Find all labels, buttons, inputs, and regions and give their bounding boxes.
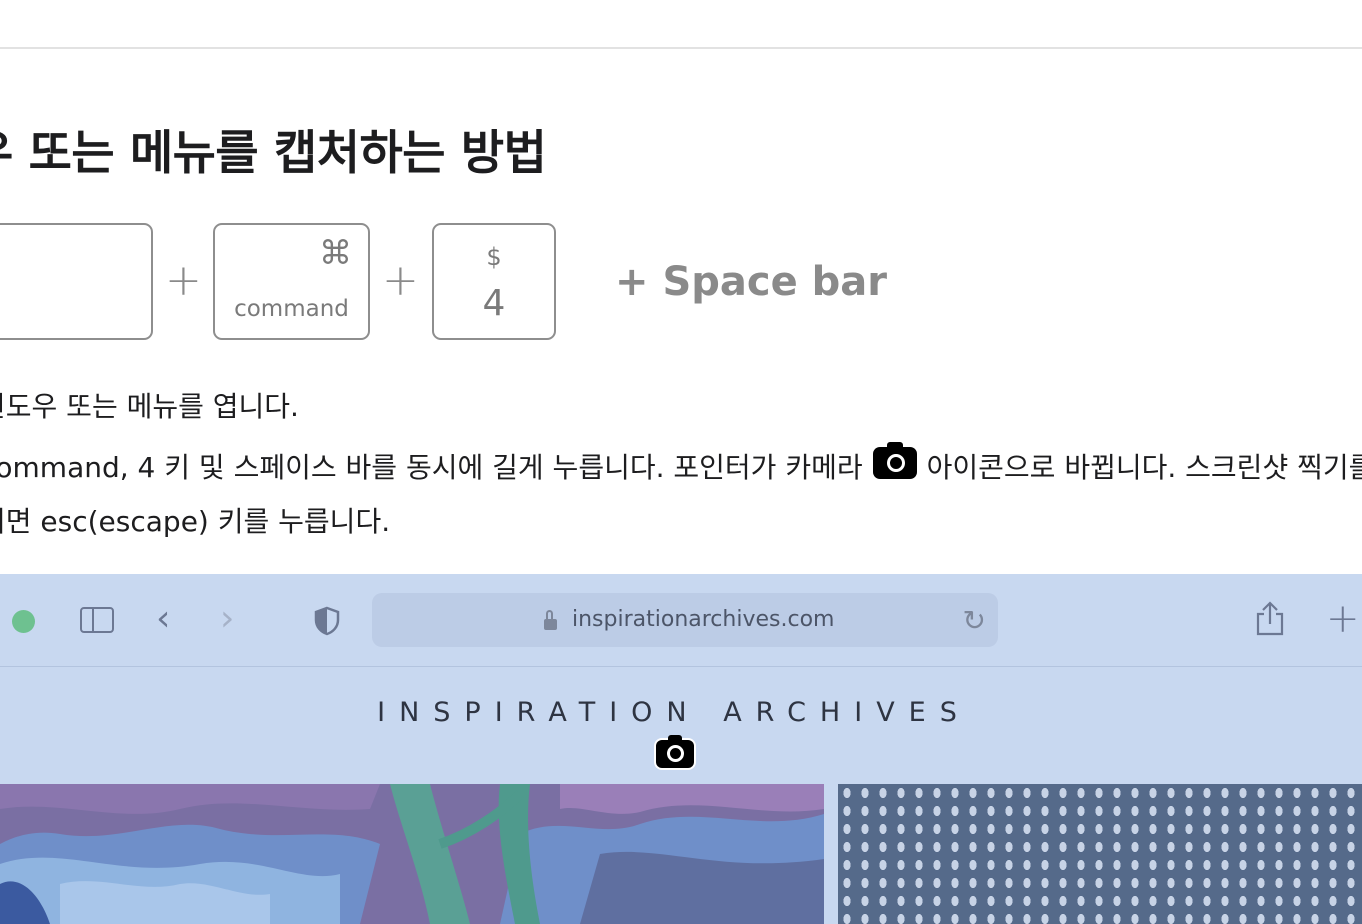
browser-screenshot: ‹ › inspirationarchives.com ↻ + INSPIRAT… — [0, 574, 1362, 924]
share-icon[interactable] — [1255, 600, 1285, 636]
top-divider — [0, 47, 1362, 49]
four-key-label: 4 — [482, 283, 506, 324]
command-symbol-icon: ⌘ — [319, 233, 352, 272]
privacy-shield-icon[interactable] — [314, 606, 340, 636]
command-key: ⌘ command — [213, 223, 370, 340]
step-2-part-2: 아이콘으로 바뀝니다. 스크린샷 찍기를 — [926, 451, 1362, 484]
zoom-window-button[interactable] — [12, 610, 35, 633]
forward-icon[interactable]: › — [220, 598, 234, 639]
step-2-part-1: command, 4 키 및 스페이스 바를 동시에 길게 누릅니다. 포인터가… — [0, 451, 863, 484]
page-heading: 우 또는 메뉴를 캡처하는 방법 — [0, 126, 547, 181]
new-tab-icon[interactable]: + — [1326, 596, 1360, 642]
browser-toolbar: ‹ › inspirationarchives.com ↻ + — [0, 574, 1362, 667]
artwork-image-right — [838, 784, 1362, 924]
step-2-text: command, 4 키 및 스페이스 바를 동시에 길게 누릅니다. 포인터가… — [0, 442, 1362, 486]
camera-icon — [872, 442, 917, 479]
four-key-shift-label: $ — [486, 243, 502, 271]
site-title: INSPIRATION ARCHIVES — [377, 697, 971, 728]
back-icon[interactable]: ‹ — [156, 598, 170, 639]
artwork-image-left — [0, 784, 824, 924]
camera-pointer-icon — [656, 735, 694, 768]
command-key-label: command — [234, 296, 349, 322]
step-2-continued: 려면 esc(escape) 키를 누릅니다. — [0, 505, 391, 538]
plus-sign: + — [165, 255, 202, 306]
sidebar-icon[interactable] — [80, 607, 114, 633]
step-1-text: 윈도우 또는 메뉴를 엽니다. — [0, 390, 299, 423]
plus-sign: + — [382, 255, 419, 306]
lock-icon — [544, 610, 557, 630]
address-bar[interactable]: inspirationarchives.com ↻ — [372, 593, 998, 647]
url-text: inspirationarchives.com — [572, 607, 835, 632]
reload-icon[interactable]: ↻ — [963, 604, 986, 637]
space-bar-label: + Space bar — [615, 259, 887, 305]
four-key: $ 4 — [432, 223, 556, 340]
shift-key — [0, 223, 153, 340]
